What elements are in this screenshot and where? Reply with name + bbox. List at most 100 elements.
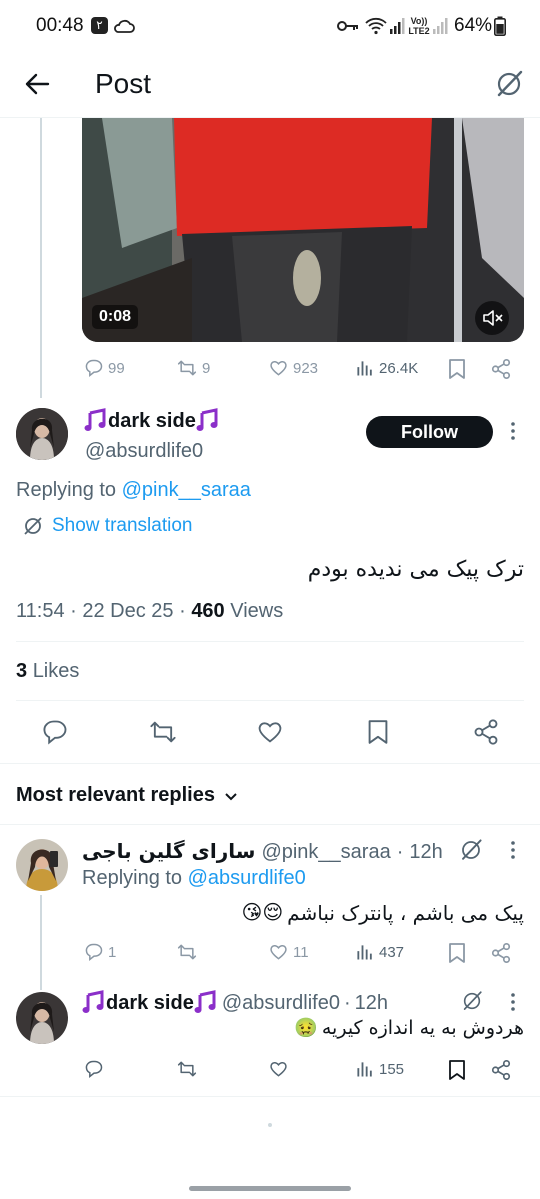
- parent-views-button[interactable]: 26.4K: [355, 358, 418, 378]
- repost-icon: [177, 1061, 197, 1077]
- replying-prefix: Replying to: [82, 867, 183, 889]
- reply-reply-count: 1: [108, 943, 117, 961]
- reply-like-button[interactable]: 11: [268, 942, 309, 962]
- loading-indicator: [268, 1123, 272, 1127]
- follow-button[interactable]: Follow: [366, 416, 493, 448]
- reply-handle[interactable]: @pink__saraa: [261, 841, 390, 864]
- gesture-handle[interactable]: [189, 1186, 351, 1191]
- key-icon: [337, 21, 358, 31]
- views-icon: [357, 361, 372, 376]
- parent-views-count: 26.4K: [379, 359, 419, 377]
- avatar[interactable]: [16, 839, 68, 891]
- replying-handle-link[interactable]: @pink__saraa: [122, 479, 251, 501]
- like-icon[interactable]: [256, 718, 284, 746]
- author-handle[interactable]: @absurdlife0: [85, 440, 203, 463]
- grok-slash-icon[interactable]: [459, 838, 483, 862]
- reply-views-button[interactable]: 437: [355, 942, 404, 962]
- like-icon: [270, 361, 287, 376]
- more-icon[interactable]: [508, 420, 518, 444]
- post-time: 11:54: [16, 600, 65, 622]
- reply-display-name[interactable]: dark side: [106, 992, 194, 1015]
- share-icon[interactable]: [490, 942, 512, 964]
- divider: [16, 641, 524, 642]
- parent-like-button[interactable]: 923: [268, 358, 318, 378]
- reply-repost-button[interactable]: [176, 942, 198, 962]
- grok-slash-icon[interactable]: [494, 69, 524, 99]
- reply-icon: [85, 359, 103, 378]
- reply-reply-button[interactable]: 1: [84, 942, 116, 962]
- back-arrow-icon[interactable]: [24, 72, 50, 96]
- battery-percent: 64%: [454, 15, 493, 36]
- chevron-down-icon: [225, 792, 237, 800]
- reply-views-count: 155: [379, 1060, 405, 1078]
- translate-icon: [24, 517, 42, 535]
- page-title: Post: [95, 68, 152, 99]
- reply-emoji: 😘😌: [241, 902, 284, 924]
- reply-reply-button[interactable]: [84, 1059, 104, 1079]
- mute-button[interactable]: [475, 301, 509, 335]
- music-note-icon: [84, 408, 106, 431]
- divider: [0, 763, 540, 764]
- avatar[interactable]: [16, 992, 68, 1044]
- replying-prefix: Replying to: [16, 479, 117, 501]
- reply-emoji: 🤢: [294, 1018, 318, 1039]
- share-icon[interactable]: [472, 718, 500, 746]
- replies-sort-label: Most relevant replies: [16, 784, 215, 806]
- views-label: Views: [230, 600, 284, 622]
- parent-repost-count: 9: [202, 359, 211, 377]
- bookmark-icon[interactable]: [447, 942, 467, 964]
- bookmark-icon[interactable]: [447, 358, 467, 380]
- divider: [0, 1096, 540, 1097]
- avatar-image: [16, 839, 68, 891]
- replying-to: Replying to @absurdlife0: [82, 867, 306, 890]
- like-icon: [270, 945, 287, 960]
- post-text: ترک پیک می ندیده بودم: [307, 557, 524, 582]
- reply-views-count: 437: [379, 943, 405, 961]
- music-note-icon: [196, 408, 218, 431]
- parent-repost-button[interactable]: 9: [176, 358, 210, 378]
- video-duration: 0:08: [92, 305, 139, 329]
- signal-icon: [390, 18, 405, 34]
- post-meta: 11:54 · 22 Dec 25 · 460 Views: [16, 600, 284, 622]
- reply-icon: [85, 1060, 103, 1079]
- replies-sort-dropdown[interactable]: Most relevant replies: [16, 784, 239, 807]
- more-icon[interactable]: [508, 991, 518, 1015]
- author-name[interactable]: dark side: [84, 408, 220, 434]
- parent-reply-count: 99: [108, 359, 125, 377]
- reply-like-count: 11: [293, 943, 309, 961]
- music-note-icon: [194, 990, 216, 1013]
- reply-header: dark side @absurdlife0 · 12h: [82, 990, 388, 1016]
- more-icon[interactable]: [508, 839, 518, 863]
- show-translation-link[interactable]: Show translation: [22, 515, 192, 537]
- share-icon[interactable]: [490, 358, 512, 380]
- reply-icon[interactable]: [41, 718, 69, 746]
- sim-badge: ۲: [91, 17, 108, 34]
- reply-handle[interactable]: @absurdlife0: [222, 992, 340, 1015]
- reply-like-button[interactable]: [268, 1059, 289, 1079]
- mute-icon: [483, 310, 503, 326]
- signal-icon-2: [433, 18, 448, 34]
- video-frame: [82, 118, 524, 342]
- share-icon[interactable]: [490, 1059, 512, 1081]
- reply-text: هردوش به یه اندازه کیریه: [321, 1017, 524, 1039]
- lte-label: Vo)) LTE2: [408, 16, 430, 36]
- repost-icon[interactable]: [148, 718, 178, 746]
- bookmark-icon[interactable]: [366, 718, 390, 746]
- cloud-icon: [114, 19, 135, 33]
- replying-handle-link[interactable]: @absurdlife0: [188, 867, 306, 889]
- reply-display-name[interactable]: سارای گلین باجی: [82, 839, 255, 863]
- reply-repost-button[interactable]: [176, 1059, 198, 1079]
- bookmark-icon[interactable]: [447, 1059, 467, 1081]
- video-player[interactable]: 0:08: [82, 118, 524, 342]
- thread-line: [40, 895, 42, 990]
- divider: [0, 824, 540, 825]
- parent-reply-button[interactable]: 99: [84, 358, 125, 378]
- likes-summary[interactable]: 3 Likes: [16, 660, 79, 683]
- repost-icon: [177, 944, 197, 960]
- reply-age: 12h: [354, 991, 389, 1014]
- views-icon: [357, 945, 372, 960]
- grok-slash-icon[interactable]: [461, 990, 483, 1012]
- avatar[interactable]: [16, 408, 68, 460]
- display-name: dark side: [108, 409, 196, 432]
- reply-views-button[interactable]: 155: [355, 1059, 404, 1079]
